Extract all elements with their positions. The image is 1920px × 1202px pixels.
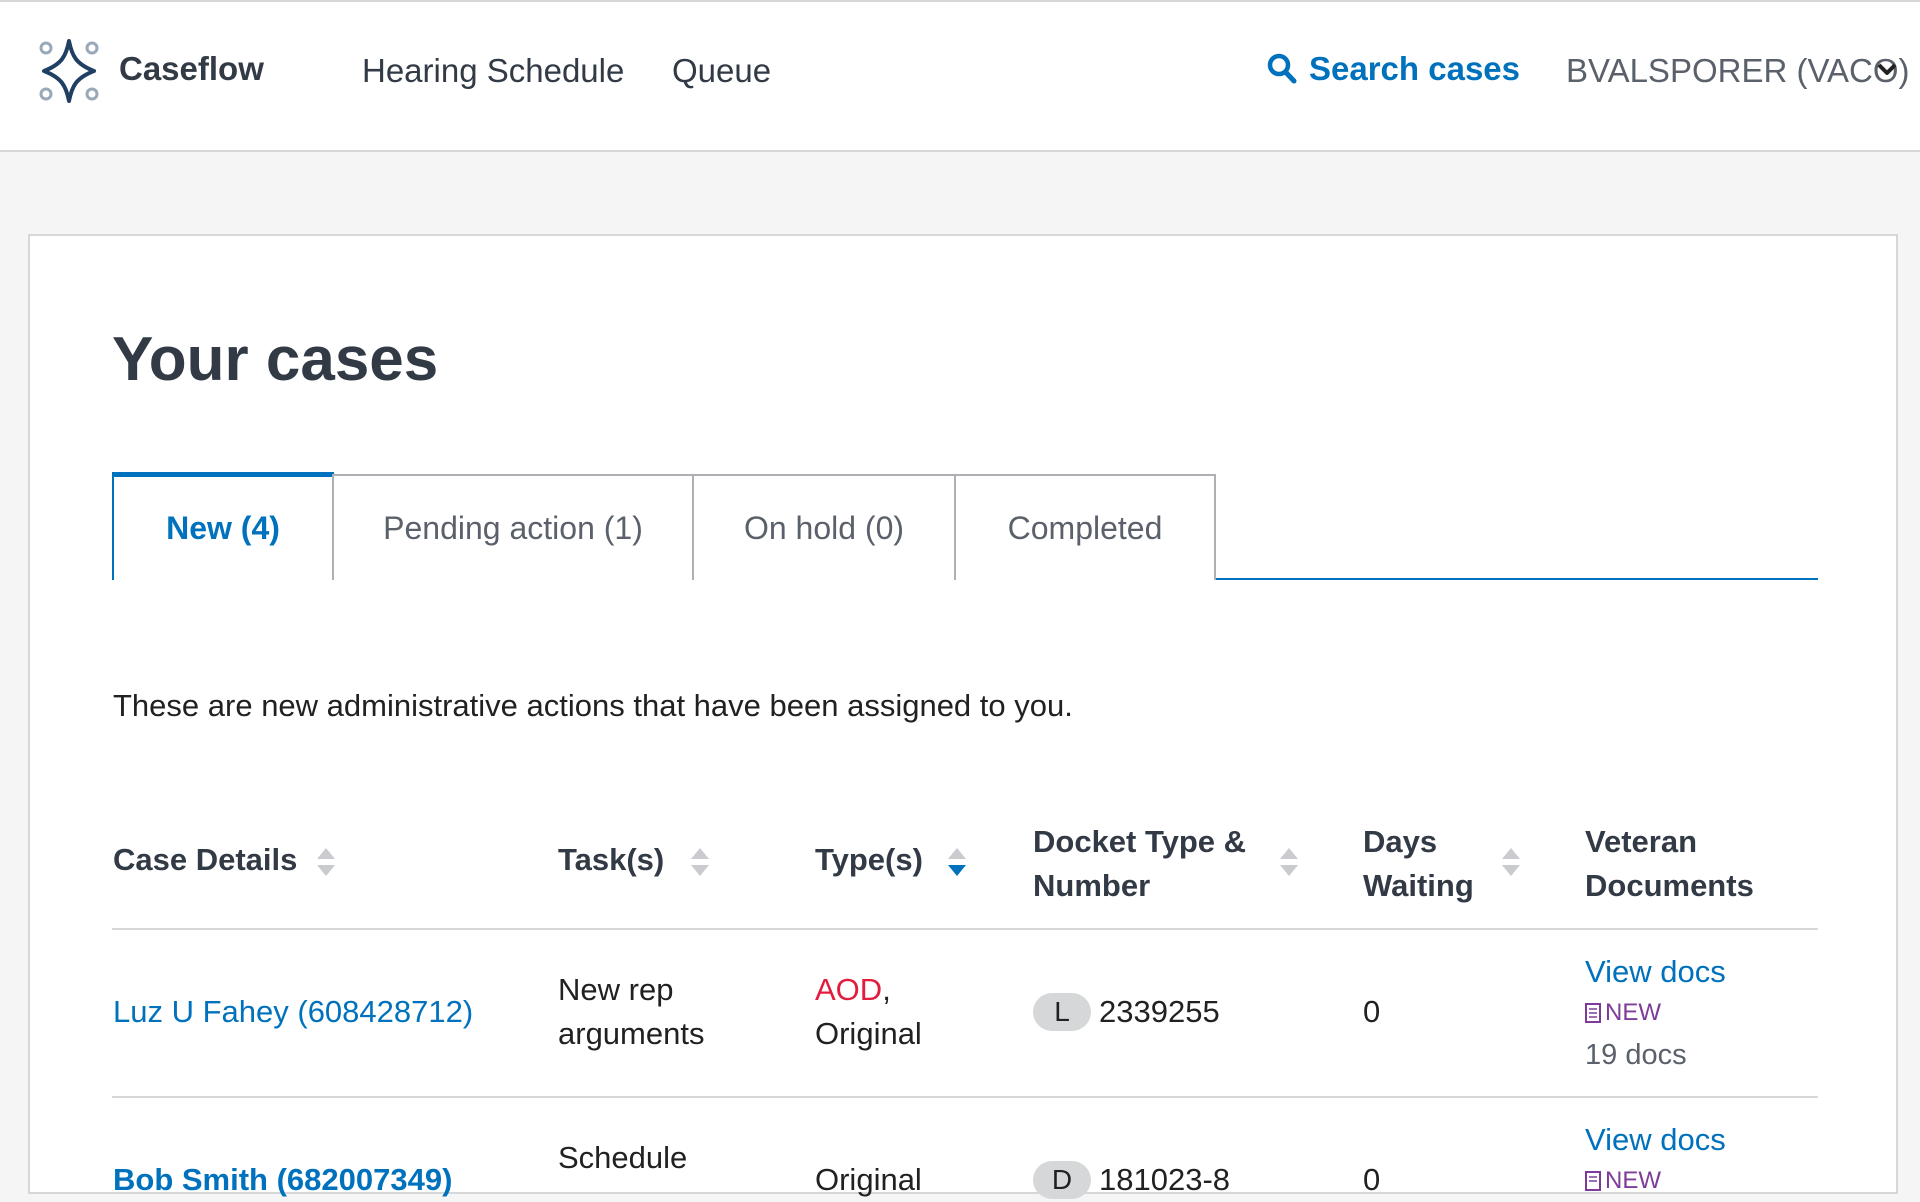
sort-docket-icon[interactable] bbox=[1279, 846, 1299, 878]
new-docs-badge: NEW bbox=[1585, 999, 1661, 1027]
task-cell: Schedule bbox=[558, 1140, 688, 1175]
nav-hearing-schedule[interactable]: Hearing Schedule bbox=[362, 52, 624, 90]
chevron-down-icon[interactable] bbox=[1876, 58, 1898, 80]
case-link[interactable]: Luz U Fahey (608428712) bbox=[113, 990, 473, 1034]
docs-count: 19 docs bbox=[1585, 1039, 1687, 1071]
type-cell: AOD, Original bbox=[815, 968, 922, 1056]
search-cases-link[interactable]: Search cases bbox=[1267, 50, 1520, 88]
new-label: NEW bbox=[1605, 1167, 1661, 1194]
row-divider bbox=[112, 1096, 1818, 1098]
header-case-details: Case Details bbox=[113, 842, 298, 877]
view-docs-link[interactable]: View docs bbox=[1585, 1118, 1726, 1162]
header-days-line2: Waiting bbox=[1363, 868, 1474, 903]
app-brand[interactable]: Caseflow bbox=[119, 50, 264, 88]
header-docs-line2: Documents bbox=[1585, 868, 1754, 903]
tab-pending-action[interactable]: Pending action (1) bbox=[332, 474, 694, 580]
document-icon bbox=[1585, 1171, 1601, 1191]
type-original: Original bbox=[815, 1016, 922, 1051]
page-title: Your cases bbox=[112, 325, 439, 394]
caseflow-logo-icon[interactable] bbox=[36, 38, 102, 104]
sort-tasks-icon[interactable] bbox=[690, 846, 710, 878]
header-divider bbox=[112, 928, 1818, 930]
task-line2: arguments bbox=[558, 1016, 705, 1051]
type-separator: , bbox=[882, 972, 891, 1007]
top-navigation-bar: Caseflow Hearing Schedule Queue Search c… bbox=[0, 0, 1920, 152]
case-tabs: New (4) Pending action (1) On hold (0) C… bbox=[112, 472, 1818, 580]
header-days-waiting: Days Waiting bbox=[1363, 820, 1474, 908]
days-waiting-value: 0 bbox=[1363, 1162, 1381, 1197]
type-original: Original bbox=[815, 1162, 922, 1197]
new-label: NEW bbox=[1605, 999, 1661, 1026]
cases-card: Your cases New (4) Pending action (1) On… bbox=[28, 234, 1898, 1199]
docket-type-badge: D bbox=[1033, 1161, 1091, 1199]
task-line1: New rep bbox=[558, 972, 674, 1007]
docket-number: 181023-8 bbox=[1099, 1162, 1231, 1197]
header-types: Type(s) bbox=[815, 842, 923, 877]
header-tasks: Task(s) bbox=[558, 842, 665, 877]
docket-number: 2339255 bbox=[1099, 994, 1220, 1029]
case-link[interactable]: Bob Smith (682007349) bbox=[113, 1158, 452, 1202]
task-cell: New rep arguments bbox=[558, 968, 704, 1056]
tab-new[interactable]: New (4) bbox=[112, 472, 334, 580]
docket-type-badge: L bbox=[1033, 993, 1091, 1031]
header-docket-line2: Number bbox=[1033, 868, 1151, 903]
aod-label: AOD bbox=[815, 972, 883, 1007]
header-docket: Docket Type & Number bbox=[1033, 820, 1246, 908]
sort-days-waiting-icon[interactable] bbox=[1501, 846, 1521, 878]
sort-case-details-icon[interactable] bbox=[316, 846, 336, 878]
new-docs-badge: NEW bbox=[1585, 1167, 1661, 1195]
sort-types-active-icon[interactable] bbox=[947, 846, 967, 878]
tab-description: These are new administrative actions tha… bbox=[113, 688, 1073, 723]
document-icon bbox=[1585, 1003, 1601, 1023]
search-cases-label: Search cases bbox=[1309, 50, 1521, 87]
view-docs-link[interactable]: View docs bbox=[1585, 950, 1726, 994]
nav-queue[interactable]: Queue bbox=[672, 52, 771, 90]
header-days-line1: Days bbox=[1363, 824, 1438, 859]
user-menu[interactable]: BVALSPORER (VACO) bbox=[1566, 52, 1910, 90]
tab-completed[interactable]: Completed bbox=[954, 474, 1216, 580]
header-docs-line1: Veteran bbox=[1585, 824, 1698, 859]
header-veteran-documents: Veteran Documents bbox=[1585, 820, 1754, 908]
header-docket-line1: Docket Type & bbox=[1033, 824, 1247, 859]
tab-on-hold[interactable]: On hold (0) bbox=[692, 474, 956, 580]
days-waiting-value: 0 bbox=[1363, 994, 1381, 1029]
search-icon bbox=[1267, 53, 1297, 84]
